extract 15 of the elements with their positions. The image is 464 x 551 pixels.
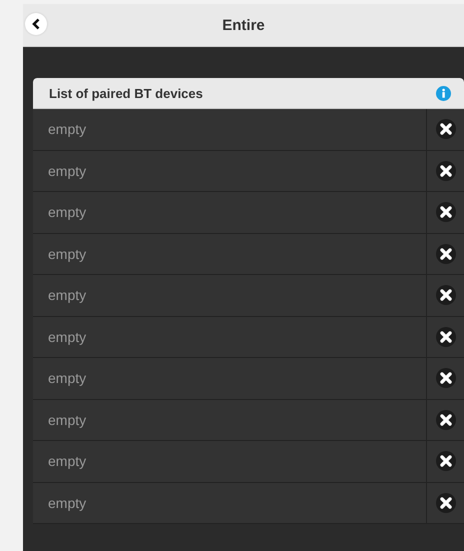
close-icon: [436, 119, 456, 140]
close-icon: [436, 368, 456, 388]
close-icon: [436, 492, 456, 513]
back-button[interactable]: [25, 13, 47, 35]
page-title: Entire: [222, 16, 265, 34]
close-icon: [436, 326, 456, 347]
list-title: List of paired BT devices: [49, 86, 203, 100]
close-icon: [436, 160, 456, 181]
chevron-left-icon: [31, 18, 41, 30]
info-icon[interactable]: [436, 86, 451, 100]
close-icon: [436, 451, 456, 472]
close-icon: [436, 410, 456, 430]
close-icon: [436, 202, 456, 222]
close-icon: [436, 285, 456, 306]
close-icon: [436, 244, 456, 264]
